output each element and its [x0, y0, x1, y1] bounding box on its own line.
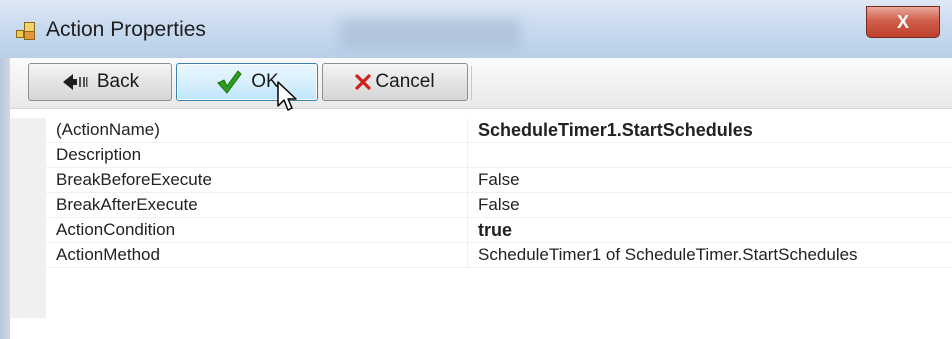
close-icon: X [896, 12, 909, 32]
toolbar: Back OK Cancel [10, 58, 952, 109]
property-name: ActionCondition [46, 218, 468, 242]
property-grid-gutter [10, 118, 46, 318]
window-title: Action Properties [46, 18, 206, 41]
property-value[interactable]: ScheduleTimer1.StartSchedules [469, 118, 952, 142]
property-row-action-method[interactable]: ActionMethod ScheduleTimer1 of ScheduleT… [46, 243, 952, 268]
mouse-cursor-icon [277, 81, 297, 111]
property-value[interactable]: False [469, 193, 952, 217]
property-value[interactable] [469, 143, 952, 167]
property-name: Description [46, 143, 468, 167]
property-name: BreakAfterExecute [46, 193, 468, 217]
back-arrow-icon [62, 74, 88, 90]
window-border [0, 58, 10, 339]
property-name: (ActionName) [46, 118, 468, 142]
property-value[interactable]: False [469, 168, 952, 192]
property-row-action-condition[interactable]: ActionCondition true [46, 218, 952, 243]
cancel-button[interactable]: Cancel [322, 63, 468, 101]
back-button[interactable]: Back [28, 63, 172, 101]
toolbar-separator [471, 66, 472, 100]
back-button-label: Back [96, 71, 140, 92]
close-button[interactable]: X [866, 6, 940, 38]
property-row-action-name[interactable]: (ActionName) ScheduleTimer1.StartSchedul… [46, 118, 952, 143]
property-row-break-after-execute[interactable]: BreakAfterExecute False [46, 193, 952, 218]
property-grid-rows: (ActionName) ScheduleTimer1.StartSchedul… [46, 118, 952, 268]
cancel-button-label: Cancel [375, 71, 435, 92]
title-bar-glass [340, 18, 520, 48]
property-row-break-before-execute[interactable]: BreakBeforeExecute False [46, 168, 952, 193]
property-value[interactable]: ScheduleTimer1 of ScheduleTimer.StartSch… [469, 243, 952, 267]
action-properties-window: Action Properties X Back OK Cancel (Acti… [0, 0, 952, 339]
property-name: BreakBeforeExecute [46, 168, 468, 192]
property-row-description[interactable]: Description [46, 143, 952, 168]
properties-app-icon [16, 22, 36, 40]
cancel-x-icon [355, 74, 372, 90]
property-name: ActionMethod [46, 243, 468, 267]
property-value[interactable]: true [469, 218, 952, 242]
checkmark-icon [217, 70, 242, 94]
title-bar[interactable]: Action Properties X [0, 0, 952, 58]
ok-button-label: OK [251, 71, 279, 92]
